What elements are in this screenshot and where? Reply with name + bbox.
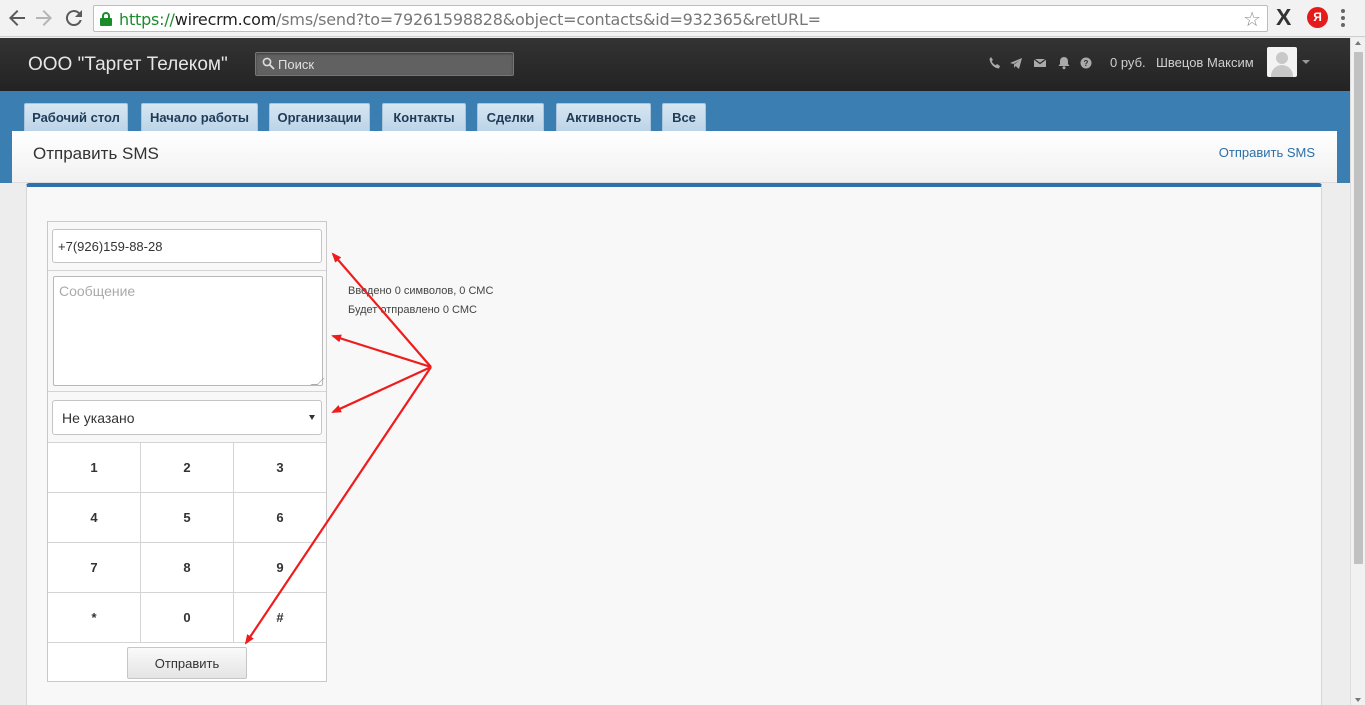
tab-activity[interactable]: Активность [556, 103, 651, 131]
keypad-key-9[interactable]: 9 [234, 543, 326, 593]
search-icon [262, 57, 275, 70]
keypad-key-5[interactable]: 5 [141, 493, 234, 543]
sender-select[interactable]: Не указано [52, 400, 322, 435]
user-menu-caret-icon[interactable] [1302, 60, 1310, 64]
browser-menu-icon[interactable] [1341, 9, 1345, 27]
tab-desktop[interactable]: Рабочий стол [24, 103, 128, 131]
tab-deals[interactable]: Сделки [477, 103, 544, 131]
char-counter: Введено 0 символов, 0 СМС [348, 285, 494, 297]
extension-x-icon[interactable]: X [1276, 4, 1291, 31]
keypad-key-2[interactable]: 2 [141, 443, 234, 493]
search-box[interactable] [255, 52, 514, 76]
dropdown-arrow-icon [309, 415, 315, 420]
tab-contacts[interactable]: Контакты [382, 103, 466, 131]
keypad-key-8[interactable]: 8 [141, 543, 234, 593]
search-input[interactable] [278, 55, 508, 73]
avatar[interactable] [1267, 47, 1297, 77]
page-title-bar: Отправить SMS Отправить SMS [12, 131, 1337, 183]
telegram-plane-icon[interactable] [1009, 55, 1023, 71]
send-sms-link[interactable]: Отправить SMS [1219, 145, 1315, 160]
page-scrollbar[interactable] [1350, 38, 1365, 705]
bell-icon[interactable] [1057, 55, 1071, 71]
keypad-key-star[interactable]: * [48, 593, 141, 643]
send-button[interactable]: Отправить [127, 647, 247, 679]
sms-counter: Будет отправлено 0 СМС [348, 304, 477, 316]
keypad-key-3[interactable]: 3 [234, 443, 326, 493]
phone-row [48, 222, 326, 271]
help-icon[interactable]: ? [1079, 55, 1093, 71]
scroll-down-arrow-icon[interactable] [1355, 698, 1361, 702]
send-row: Отправить [48, 643, 326, 682]
balance[interactable]: 0 руб. [1110, 55, 1146, 70]
message-input[interactable] [53, 276, 323, 386]
page-title: Отправить SMS [33, 144, 159, 163]
keypad-key-hash[interactable]: # [234, 593, 326, 643]
lock-icon [100, 12, 112, 26]
bookmark-star-icon[interactable]: ☆ [1243, 7, 1261, 32]
sms-form: Не указано 1 2 3 4 5 6 7 8 9 * 0 # Отпра… [47, 221, 327, 682]
message-row [48, 271, 326, 392]
phone-input[interactable] [52, 229, 322, 263]
app-header: ООО "Таргет Телеком" ? 0 руб. Швецов Мак… [0, 38, 1350, 91]
back-arrow-icon[interactable] [5, 6, 29, 30]
browser-toolbar: https://wirecrm.com/sms/send?to=79261598… [0, 0, 1365, 37]
sender-select-value: Не указано [62, 410, 135, 426]
phone-icon[interactable] [988, 55, 1002, 71]
reload-icon[interactable] [62, 6, 86, 30]
keypad-key-1[interactable]: 1 [48, 443, 141, 493]
svg-text:?: ? [1084, 59, 1089, 68]
scroll-thumb[interactable] [1354, 52, 1363, 564]
tab-organizations[interactable]: Организации [269, 103, 370, 131]
keypad: 1 2 3 4 5 6 7 8 9 * 0 # [48, 443, 326, 643]
url-text: https://wirecrm.com/sms/send?to=79261598… [119, 10, 821, 29]
address-bar[interactable]: https://wirecrm.com/sms/send?to=79261598… [93, 5, 1268, 32]
tab-all[interactable]: Все [662, 103, 706, 131]
keypad-key-6[interactable]: 6 [234, 493, 326, 543]
keypad-key-0[interactable]: 0 [141, 593, 234, 643]
forward-arrow-icon[interactable] [32, 6, 56, 30]
yandex-extension-icon[interactable]: Я [1307, 7, 1328, 28]
user-name[interactable]: Швецов Максим [1156, 55, 1254, 70]
sender-row: Не указано [48, 392, 326, 443]
tab-getting-started[interactable]: Начало работы [141, 103, 258, 131]
brand-name[interactable]: ООО "Таргет Телеком" [28, 54, 228, 76]
mail-icon[interactable] [1033, 55, 1047, 71]
scroll-up-arrow-icon[interactable] [1355, 41, 1361, 45]
keypad-key-7[interactable]: 7 [48, 543, 141, 593]
keypad-key-4[interactable]: 4 [48, 493, 141, 543]
